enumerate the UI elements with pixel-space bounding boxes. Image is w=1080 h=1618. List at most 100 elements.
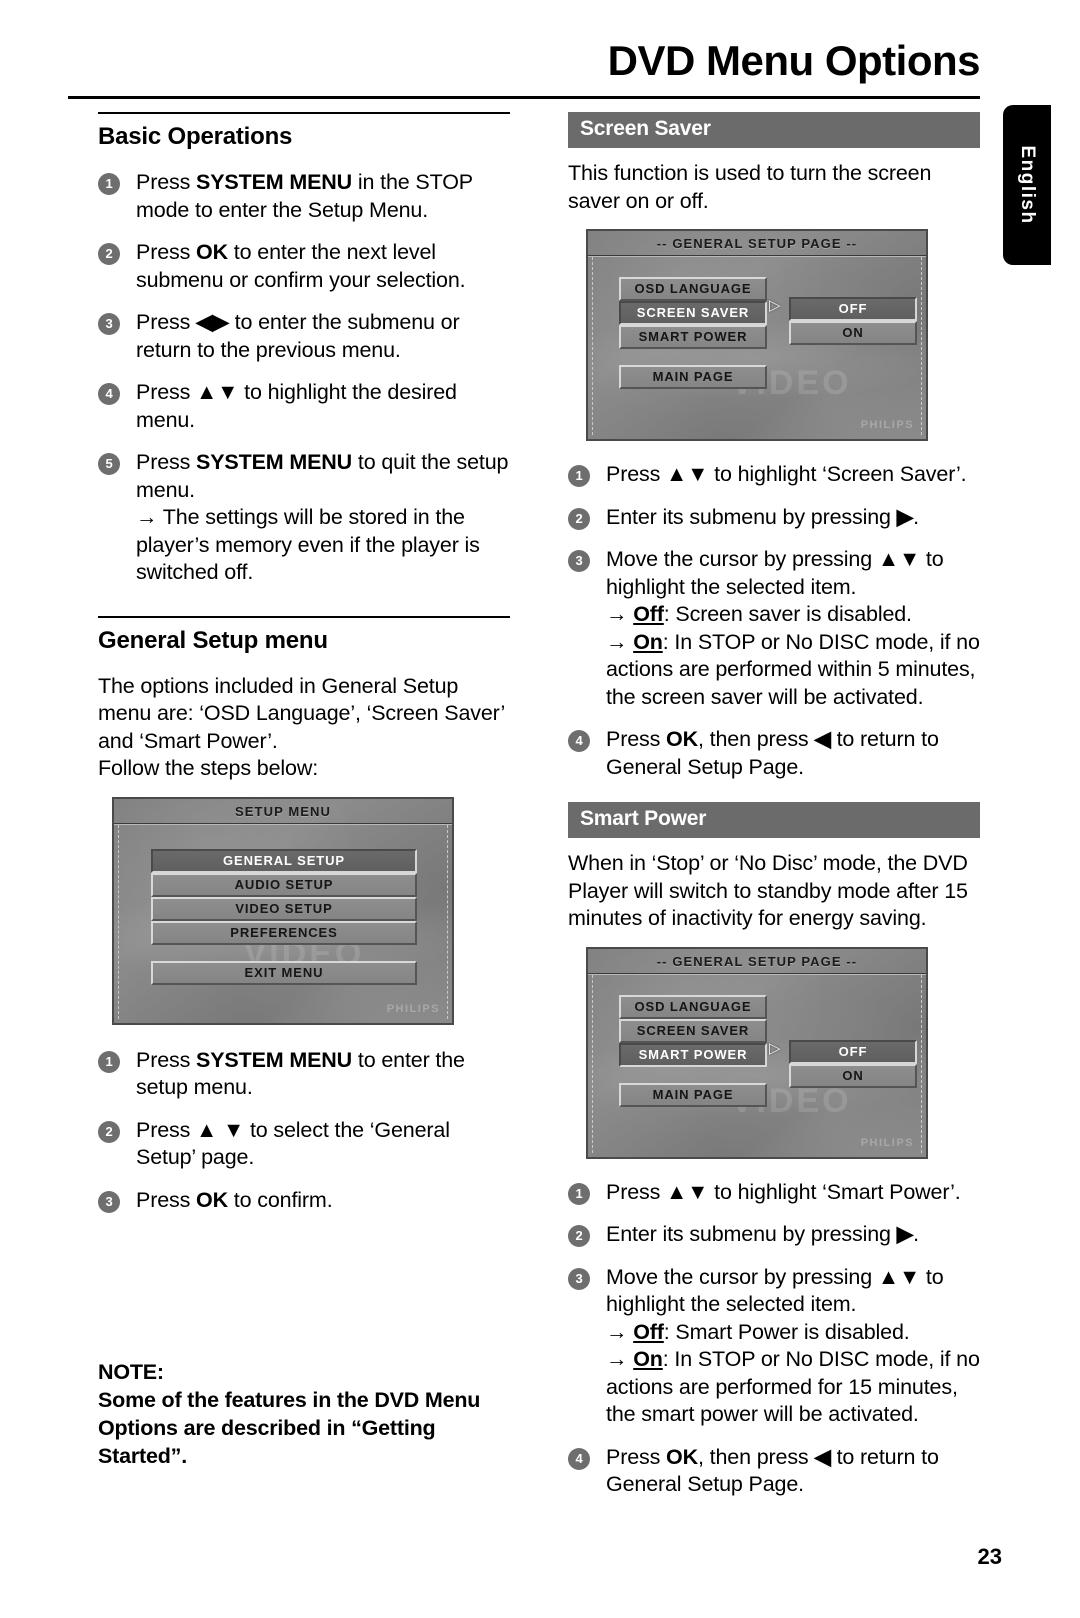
setup-menu-item-audio-setup[interactable]: AUDIO SETUP [151,872,417,897]
screen-saver-step-item: 2 Enter its submenu by pressing ▶. [568,504,980,532]
philips-brand-mark: PHILIPS [386,1002,440,1015]
language-tab-label: English [1017,145,1038,225]
screen-saver-heading: Screen Saver [568,112,980,148]
basic-operations-step-item: 4 Press ▲▼ to highlight the desired menu. [98,379,510,434]
general-setup-steps: 1 Press SYSTEM MENU to enter the setup me… [98,1047,510,1215]
screen-saver-menu-item-smart-power[interactable]: SMART POWER [619,325,767,350]
step-number-badge: 4 [568,1447,590,1470]
step-number-badge: 5 [98,453,120,476]
smart-power-step-item: 4 Press OK, then press ◀ to return to Gen… [568,1444,980,1499]
general-setup-heading: General Setup menu [98,626,328,654]
document-page: DVD Menu Options English Basic Operation… [0,0,1080,1618]
step-number-badge: 2 [568,507,590,530]
setup-menu-screen-title: SETUP MENU [235,803,331,819]
basic-operations-heading: Basic Operations [98,123,293,150]
step-number-badge: 1 [98,173,120,195]
step-number-badge: 3 [568,550,590,573]
step-text: Press OK, then press ◀ to return to Gene… [606,1444,939,1497]
basic-operations-steps: 1 Press SYSTEM MENU in the STOP mode to e… [98,169,510,587]
step-text: Move the cursor by pressing ▲▼ to highli… [606,547,980,709]
step-text: Press ▲▼ to highlight ‘Screen Saver’. [606,462,967,487]
step-number-badge: 3 [98,313,120,336]
screen-saver-option-on[interactable]: ON [789,321,917,346]
step-text: Press SYSTEM MENU to quit the setup menu… [136,450,509,585]
smart-power-menu-item-screen-saver[interactable]: SCREEN SAVER [619,1018,767,1043]
note-block: NOTE: Some of the features in the DVD Me… [98,1359,510,1471]
smart-power-mainpage-wrap: MAIN PAGE [619,1067,767,1107]
step-text: Press ▲ ▼ to select the ‘General Setup’ … [136,1117,450,1170]
setup-menu-item-video-setup[interactable]: VIDEO SETUP [151,896,417,921]
header-divider [68,96,980,99]
smart-power-step-item: 1 Press ▲▼ to highlight ‘Smart Power’. [568,1179,980,1207]
page-number: 23 [977,1544,1002,1569]
setup-menu-item-preferences[interactable]: PREFERENCES [151,920,417,945]
setup-menu-screenshot: SETUP MENU VIDEO GENERAL SETUP AUDIO SETU… [112,796,454,1025]
setup-menu-screen-body: VIDEO GENERAL SETUP AUDIO SETUP VIDEO SETU… [118,824,448,1019]
setup-menu-item-exit[interactable]: EXIT MENU [151,960,417,985]
step-number-badge: 1 [568,465,590,488]
smart-power-screen-body: VIDEO OSD LANGUAGE SCREEN SAVER SMART POWE… [592,974,922,1153]
smart-power-menu-area: OSD LANGUAGE SCREEN SAVER SMART POWER MAIN… [593,975,921,1107]
right-column: Screen Saver This function is used to tu… [568,112,980,1514]
step-text: Press OK to enter the next level submenu… [136,240,466,292]
step-number-badge: 1 [98,1050,120,1073]
screen-saver-step-item: 1 Press ▲▼ to highlight ‘Screen Saver’. [568,461,980,489]
setup-menu-item-general-setup[interactable]: GENERAL SETUP [151,848,417,873]
basic-operations-step-item: 2 Press OK to enter the next level submen… [98,239,510,294]
screen-saver-step-item: 3 Move the cursor by pressing ▲▼ to highl… [568,546,980,711]
step-text: Enter its submenu by pressing ▶. [606,504,919,529]
philips-brand-mark: PHILIPS [860,419,914,432]
page-title: DVD Menu Options [607,37,981,84]
screen-saver-menu-item-screen-saver[interactable]: SCREEN SAVER [619,301,767,326]
step-number-badge: 1 [568,1182,590,1205]
step-text: Move the cursor by pressing ▲▼ to highli… [606,1264,980,1427]
smart-power-menu-list: OSD LANGUAGE SCREEN SAVER SMART POWER [619,994,767,1067]
screen-saver-options-list: OFF ON [789,297,917,346]
basic-operations-step-item: 5 Press SYSTEM MENU to quit the setup men… [98,449,510,587]
screen-saver-description: This function is used to turn the screen… [568,161,932,213]
screen-saver-item-main-page[interactable]: MAIN PAGE [619,365,767,390]
smart-power-description: When in ‘Stop’ or ‘No Disc’ mode, the DV… [568,851,968,931]
smart-power-menu-item-osd-language[interactable]: OSD LANGUAGE [619,994,767,1019]
screen-saver-mainpage-wrap: MAIN PAGE [619,349,767,390]
smart-power-step-item: 2 Enter its submenu by pressing ▶. [568,1221,980,1249]
step-text: Enter its submenu by pressing ▶. [606,1222,919,1247]
step-number-badge: 2 [98,1120,120,1143]
submenu-caret-icon: ▷ [769,1039,781,1057]
step-number-badge: 3 [98,1190,120,1213]
setup-menu-item-list: GENERAL SETUP AUDIO SETUP VIDEO SETUP PREFE… [119,825,447,945]
smart-power-menu-item-smart-power[interactable]: SMART POWER [619,1042,767,1067]
philips-brand-mark: PHILIPS [860,1136,914,1149]
smart-power-steps: 1 Press ▲▼ to highlight ‘Smart Power’. 2 En… [568,1179,980,1499]
general-setup-step-item: 1 Press SYSTEM MENU to enter the setup me… [98,1047,510,1102]
smart-power-option-on[interactable]: ON [789,1063,917,1088]
smart-power-option-off[interactable]: OFF [789,1039,917,1064]
note-text: Some of the features in the DVD Menu Opt… [98,1388,481,1469]
smart-power-options-list: OFF ON [789,1039,917,1088]
smart-power-screen-title: -- GENERAL SETUP PAGE -- [656,953,858,969]
general-setup-step-item: 2 Press ▲ ▼ to select the ‘General Setup’… [98,1117,510,1172]
note-label: NOTE: [98,1360,164,1385]
left-column: Basic Operations 1 Press SYSTEM MENU in t… [98,112,510,1471]
step-number-badge: 3 [568,1267,590,1290]
screen-saver-option-off[interactable]: OFF [789,297,917,322]
basic-operations-step-item: 3 Press ◀▶ to enter the submenu or return… [98,309,510,364]
screen-saver-screenshot: -- GENERAL SETUP PAGE -- VIDEO OSD LANGU… [586,229,928,442]
general-setup-intro-line1: The options included in General Setup me… [98,673,505,753]
language-tab: English [1003,105,1051,265]
submenu-caret-icon: ▷ [769,297,781,315]
step-text: Press ◀▶ to enter the submenu or return … [136,310,460,362]
step-number-badge: 2 [98,243,120,266]
screen-saver-screen-title: -- GENERAL SETUP PAGE -- [656,236,858,252]
screen-saver-screen-body: VIDEO OSD LANGUAGE SCREEN SAVER SMART POWE… [592,257,922,436]
screen-saver-menu-area: OSD LANGUAGE SCREEN SAVER SMART POWER MAIN… [593,257,921,390]
general-setup-rule [98,615,510,618]
smart-power-screenshot: -- GENERAL SETUP PAGE -- VIDEO OSD LANGU… [586,946,928,1159]
general-setup-step-item: 3 Press OK to confirm. [98,1187,510,1215]
screen-saver-menu-item-osd-language[interactable]: OSD LANGUAGE [619,277,767,302]
step-text: Press ▲▼ to highlight ‘Smart Power’. [606,1179,961,1204]
smart-power-item-main-page[interactable]: MAIN PAGE [619,1082,767,1107]
basic-operations-step-item: 1 Press SYSTEM MENU in the STOP mode to e… [98,169,510,224]
step-text: Press SYSTEM MENU to enter the setup men… [136,1047,465,1100]
step-text: Press OK, then press ◀ to return to Gene… [606,727,939,779]
